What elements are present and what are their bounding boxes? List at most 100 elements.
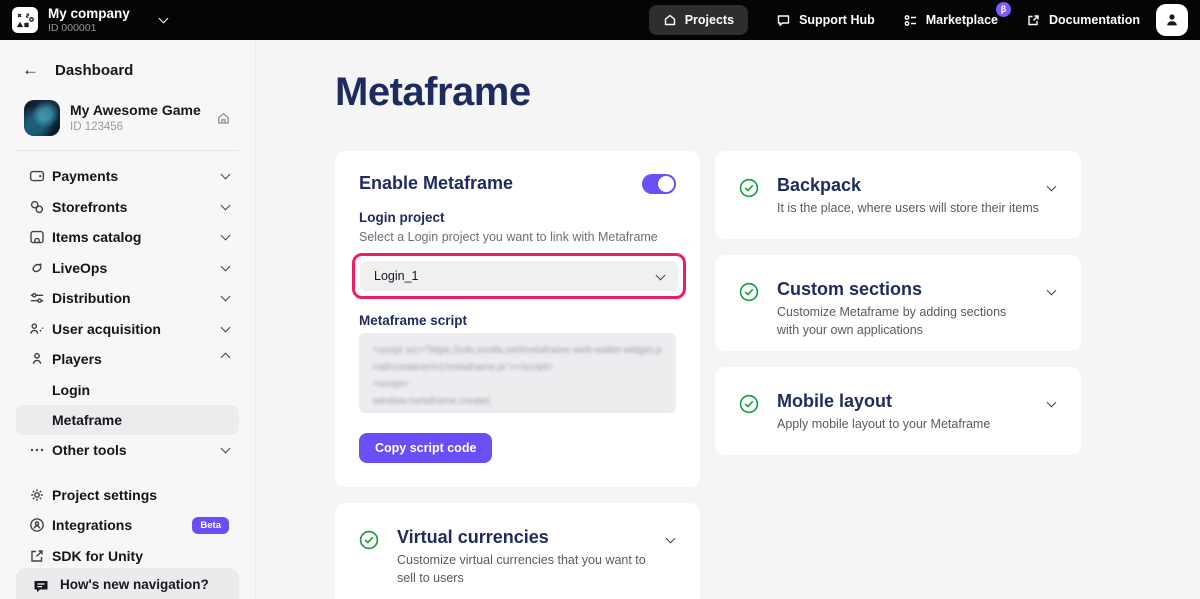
chevron-down-icon[interactable] [666, 534, 676, 544]
enable-metaframe-card: Enable Metaframe Login project Select a … [335, 151, 700, 487]
sidebar-back-dashboard[interactable]: ← Dashboard [0, 56, 255, 84]
sidebar: ← Dashboard My Awesome Game ID 123456 Pa… [0, 40, 256, 599]
sliders-icon [28, 289, 46, 307]
chevron-down-icon [221, 261, 231, 271]
nav-marketplace[interactable]: Marketplace β [903, 13, 998, 28]
chevron-down-icon [221, 444, 231, 454]
backpack-description: It is the place, where users will store … [777, 200, 1048, 218]
custom-sections-card: Custom sections Customize Metaframe by a… [715, 255, 1081, 351]
sidebar-item-payments[interactable]: Payments [0, 161, 255, 192]
backpack-title[interactable]: Backpack [777, 175, 861, 195]
whats-new-label: How's new navigation? [60, 577, 209, 592]
virtual-currencies-description: Customize virtual currencies that you wa… [397, 552, 647, 587]
chevron-down-icon [656, 270, 666, 280]
virtual-currencies-title[interactable]: Virtual currencies [397, 527, 549, 547]
company-logo-icon[interactable] [12, 7, 38, 33]
external-link-icon [1026, 13, 1041, 28]
nav-documentation-label: Documentation [1049, 13, 1140, 27]
custom-sections-description: Customize Metaframe by adding sections w… [777, 304, 1027, 339]
nav-marketplace-label: Marketplace [926, 13, 998, 27]
virtual-currencies-card: Virtual currencies Customize virtual cur… [335, 503, 700, 599]
metaframe-script-code: <script src="https://cdn.xsolla.net/meta… [373, 342, 662, 413]
liveops-icon [28, 259, 46, 277]
arrow-left-icon: ← [22, 60, 39, 80]
sidebar-divider [16, 150, 239, 151]
sidebar-item-user-acquisition[interactable]: User acquisition [0, 314, 255, 345]
nav-projects[interactable]: Projects [649, 5, 748, 35]
chat-icon [776, 13, 791, 28]
chevron-down-icon[interactable] [1047, 286, 1057, 296]
nav-projects-label: Projects [685, 13, 734, 27]
catalog-icon [28, 228, 46, 246]
chevron-down-icon[interactable] [158, 14, 168, 24]
sidebar-item-storefronts[interactable]: Storefronts [0, 192, 255, 223]
project-id: ID 123456 [70, 120, 216, 134]
storefront-icon [28, 198, 46, 216]
wallet-icon [28, 167, 46, 185]
check-circle-icon [739, 394, 759, 419]
chat-filled-icon [32, 577, 50, 595]
nav-support-hub[interactable]: Support Hub [776, 13, 875, 28]
user-plus-icon [28, 320, 46, 338]
metaframe-script-box[interactable]: <script src="https://cdn.xsolla.net/meta… [359, 333, 676, 413]
ellipsis-icon [28, 441, 46, 459]
login-project-highlight: Login_1 [352, 253, 686, 299]
chevron-down-icon [221, 170, 231, 180]
sidebar-item-metaframe[interactable]: Metaframe [16, 405, 239, 435]
mobile-layout-description: Apply mobile layout to your Metaframe [777, 416, 1048, 434]
sidebar-item-project-settings[interactable]: Project settings [0, 480, 255, 511]
integrations-icon [28, 516, 46, 534]
sidebar-menu: Payments Storefronts Items catalog LiveO… [0, 161, 255, 571]
top-header: My company ID 000001 Projects Support Hu… [0, 0, 1200, 40]
whats-new-navigation-banner[interactable]: How's new navigation? [16, 568, 239, 599]
mobile-layout-title[interactable]: Mobile layout [777, 391, 892, 411]
mobile-layout-card: Mobile layout Apply mobile layout to you… [715, 367, 1081, 455]
project-thumbnail [24, 100, 60, 136]
login-project-value: Login_1 [374, 269, 419, 283]
marketplace-beta-badge: β [996, 2, 1011, 17]
login-project-label: Login project [359, 210, 676, 225]
beta-badge: Beta [192, 517, 229, 534]
check-circle-icon [739, 282, 759, 307]
company-name: My company [48, 6, 130, 22]
project-name: My Awesome Game [70, 102, 216, 120]
login-project-hint: Select a Login project you want to link … [359, 230, 676, 244]
company-id: ID 000001 [48, 22, 130, 34]
backpack-card: Backpack It is the place, where users wi… [715, 151, 1081, 239]
home-icon [663, 13, 677, 27]
categories-icon [903, 13, 918, 28]
user-icon [1164, 12, 1180, 28]
top-navigation: Projects Support Hub Marketplace β Docum… [649, 5, 1140, 35]
chevron-down-icon [221, 231, 231, 241]
gear-icon [28, 486, 46, 504]
chevron-down-icon[interactable] [1047, 398, 1057, 408]
login-project-select[interactable]: Login_1 [360, 261, 678, 291]
chevron-down-icon [221, 200, 231, 210]
sidebar-item-login[interactable]: Login [0, 375, 255, 406]
sidebar-item-sdk-for-unity[interactable]: SDK for Unity [0, 541, 255, 572]
sidebar-item-other-tools[interactable]: Other tools [0, 435, 255, 466]
company-switcher[interactable]: My company ID 000001 [48, 6, 130, 34]
page-title: Metaframe [335, 70, 1200, 115]
chevron-down-icon[interactable] [1047, 182, 1057, 192]
main-content: Metaframe Enable Metaframe Login project… [256, 40, 1200, 599]
external-link-icon [28, 547, 46, 565]
check-circle-icon [739, 178, 759, 203]
metaframe-script-label: Metaframe script [359, 313, 676, 328]
sidebar-item-liveops[interactable]: LiveOps [0, 253, 255, 284]
sidebar-item-distribution[interactable]: Distribution [0, 283, 255, 314]
sidebar-item-integrations[interactable]: Integrations Beta [0, 510, 255, 541]
user-avatar-button[interactable] [1156, 4, 1188, 36]
sidebar-item-items-catalog[interactable]: Items catalog [0, 222, 255, 253]
chevron-down-icon [221, 322, 231, 332]
enable-metaframe-title: Enable Metaframe [359, 173, 513, 194]
copy-script-code-button[interactable]: Copy script code [359, 433, 492, 463]
custom-sections-title[interactable]: Custom sections [777, 279, 922, 299]
nav-documentation[interactable]: Documentation [1026, 13, 1140, 28]
chevron-up-icon [221, 353, 231, 363]
project-home-icon[interactable] [216, 111, 231, 126]
enable-metaframe-toggle[interactable] [642, 174, 676, 194]
nav-support-hub-label: Support Hub [799, 13, 875, 27]
sidebar-item-players[interactable]: Players [0, 344, 255, 375]
project-switcher[interactable]: My Awesome Game ID 123456 [24, 100, 231, 136]
